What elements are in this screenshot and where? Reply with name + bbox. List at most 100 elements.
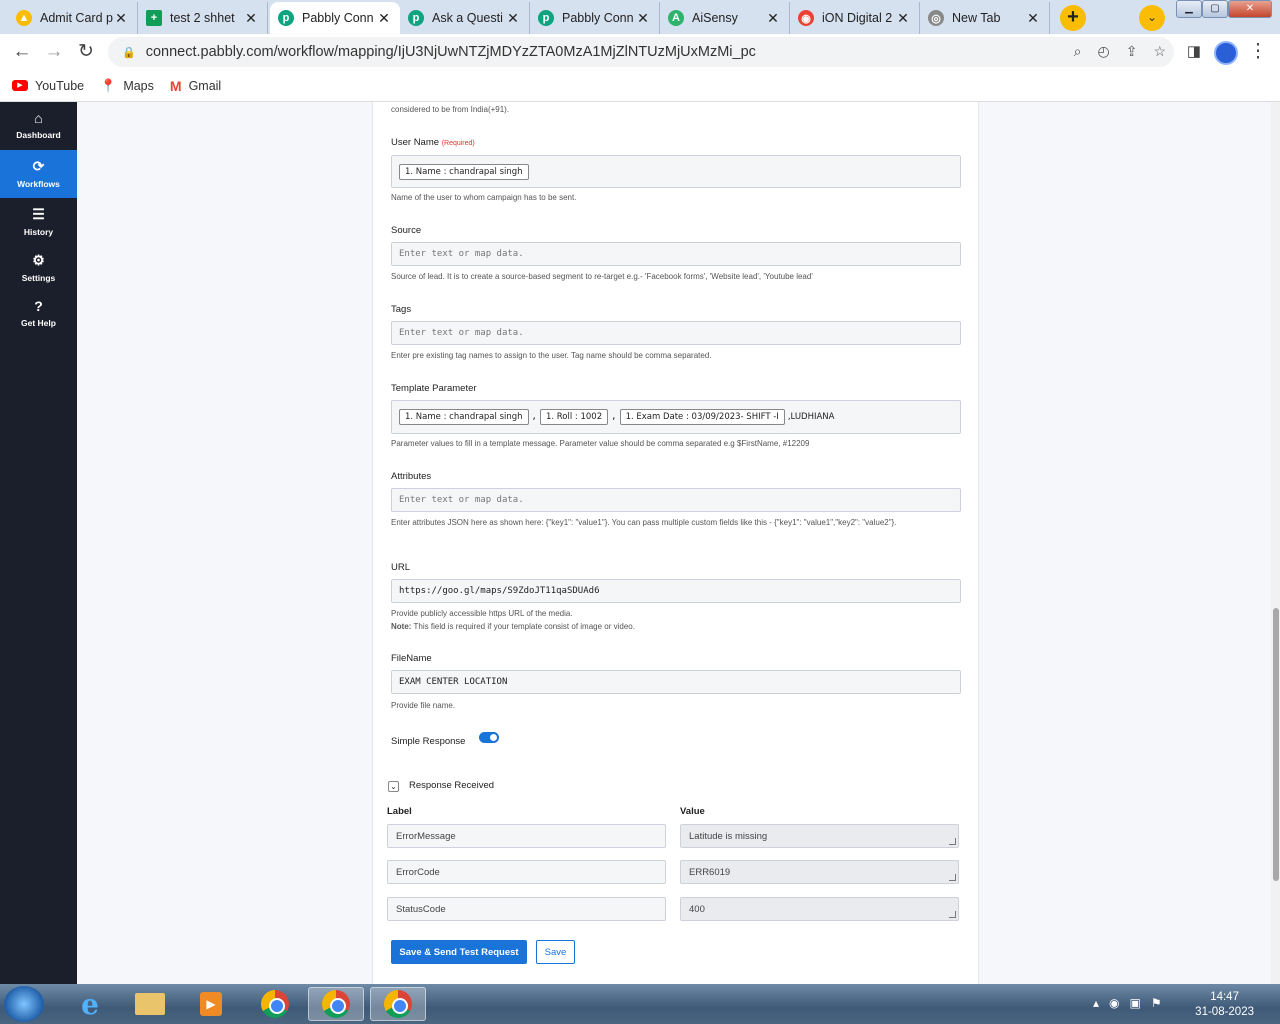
browser-tab[interactable]: ◉ iON Digital 2 ✕ <box>790 2 920 34</box>
minimize-button[interactable]: ▁ <box>1176 0 1202 18</box>
network-status-icon[interactable]: ◉ <box>1109 996 1119 1010</box>
bookmark-star-icon[interactable]: ☆ <box>1153 43 1166 60</box>
taskbar-media-player[interactable]: ▶ <box>183 987 239 1021</box>
folder-icon <box>135 993 165 1015</box>
taskbar-explorer[interactable] <box>122 987 178 1021</box>
filename-input[interactable]: EXAM CENTER LOCATION <box>391 670 961 694</box>
close-icon[interactable]: ✕ <box>765 10 781 27</box>
reload-icon[interactable]: ↻ <box>74 40 98 64</box>
system-clock[interactable]: 14:47 31-08-2023 <box>1195 990 1254 1020</box>
response-value-field[interactable]: ERR6019 <box>680 860 959 884</box>
tab-title: Pabbly Conn <box>562 11 634 25</box>
attributes-input[interactable]: Enter text or map data. <box>391 488 961 512</box>
resize-grip-icon[interactable] <box>949 874 956 881</box>
window-close-button[interactable]: ✕ <box>1228 0 1272 18</box>
profile-avatar[interactable] <box>1214 41 1238 65</box>
browser-tab[interactable]: ▲ Admit Card p ✕ <box>8 2 138 34</box>
mapping-form-card: considered to be from India(+91). User N… <box>372 102 979 984</box>
back-icon[interactable]: ← <box>10 40 34 64</box>
source-help: Source of lead. It is to create a source… <box>391 272 813 281</box>
youtube-icon: ▶ <box>12 80 28 91</box>
save-button[interactable]: Save <box>536 940 575 964</box>
url-input[interactable]: https://goo.gl/maps/S9ZdoJT11qaSDUAd6 <box>391 579 961 603</box>
url-text[interactable]: connect.pabbly.com/workflow/mapping/IjU3… <box>146 44 756 60</box>
taskbar-chrome[interactable] <box>247 987 303 1021</box>
user-name-help: Name of the user to whom campaign has to… <box>391 193 577 202</box>
save-and-send-test-button[interactable]: Save & Send Test Request <box>391 940 527 964</box>
sidebar-item-dashboard[interactable]: ⌂ Dashboard <box>0 102 77 150</box>
template-parameter-field[interactable]: 1. Name : chandrapal singh , 1. Roll : 1… <box>391 400 961 434</box>
mapped-chip[interactable]: 1. Roll : 1002 <box>539 409 609 425</box>
taskbar-chrome-active[interactable] <box>308 987 364 1021</box>
performance-icon[interactable]: ◴ <box>1097 43 1109 60</box>
browser-tab[interactable]: + test 2 shhet ✕ <box>138 2 268 34</box>
sidebar-item-get-help[interactable]: ? Get Help <box>0 290 77 338</box>
response-label-field[interactable]: StatusCode <box>387 897 666 921</box>
maximize-button[interactable]: ▢ <box>1202 0 1228 18</box>
forward-icon[interactable]: → <box>42 40 66 64</box>
response-value-field[interactable]: Latitude is missing <box>680 824 959 848</box>
zoom-icon[interactable]: ⌕ <box>1074 43 1082 60</box>
help-icon: ? <box>34 298 43 314</box>
taskbar-chrome-window[interactable] <box>370 987 426 1021</box>
chrome-icon <box>261 990 289 1018</box>
user-name-field[interactable]: 1. Name : chandrapal singh <box>391 155 961 188</box>
flag-icon[interactable]: ⚑ <box>1151 996 1162 1010</box>
browser-tab[interactable]: p Ask a Questi ✕ <box>400 2 530 34</box>
menu-icon[interactable]: ⋮ <box>1246 40 1270 64</box>
bookmark-gmail[interactable]: M Gmail <box>170 78 221 94</box>
browser-tab-active[interactable]: p Pabbly Conn ✕ <box>270 2 400 34</box>
browser-tab[interactable]: p Pabbly Conn ✕ <box>530 2 660 34</box>
source-input[interactable]: Enter text or map data. <box>391 242 961 266</box>
mapped-chip[interactable]: 1. Exam Date : 03/09/2023- SHIFT -I <box>619 409 785 425</box>
close-icon[interactable]: ✕ <box>1025 10 1041 27</box>
close-icon[interactable]: ✕ <box>376 10 392 27</box>
filename-label: FileName <box>391 653 432 664</box>
sidebar-item-workflows[interactable]: ⟳ Workflows <box>0 150 77 198</box>
bookmark-label: YouTube <box>35 78 85 93</box>
close-icon[interactable]: ✕ <box>243 10 259 27</box>
settings-icon: ⚙ <box>32 252 45 268</box>
close-icon[interactable]: ✕ <box>113 10 129 27</box>
browser-tab-strip: ▲ Admit Card p ✕ + test 2 shhet ✕ p Pabbly Co… <box>0 0 1280 34</box>
new-tab-button[interactable]: + <box>1060 5 1086 31</box>
source-label: Source <box>391 225 422 236</box>
taskbar-ie[interactable]: e <box>62 987 118 1021</box>
tab-favicon-icon: p <box>278 10 294 26</box>
share-icon[interactable]: ⇪ <box>1126 43 1138 60</box>
close-icon[interactable]: ✕ <box>505 10 521 27</box>
response-label-field[interactable]: ErrorCode <box>387 860 666 884</box>
mapped-chip[interactable]: 1. Name : chandrapal singh <box>399 409 529 425</box>
show-hidden-icons-icon[interactable]: ▴ <box>1093 996 1099 1010</box>
simple-response-toggle[interactable] <box>479 732 499 743</box>
response-value-field[interactable]: 400 <box>680 897 959 921</box>
tags-input[interactable]: Enter text or map data. <box>391 321 961 345</box>
attributes-help: Enter attributes JSON here as shown here… <box>391 518 897 527</box>
browser-tab[interactable]: A AiSensy ✕ <box>660 2 790 34</box>
address-bar[interactable]: 🔒 connect.pabbly.com/workflow/mapping/Ij… <box>108 37 1174 67</box>
response-label-field[interactable]: ErrorMessage <box>387 824 666 848</box>
browser-tab[interactable]: ◎ New Tab ✕ <box>920 2 1050 34</box>
template-parameter-label: Template Parameter <box>391 383 477 394</box>
start-button[interactable] <box>4 986 44 1022</box>
side-panel-icon[interactable]: ◨ <box>1182 40 1206 64</box>
tab-title: New Tab <box>952 11 1001 25</box>
sidebar-item-settings[interactable]: ⚙ Settings <box>0 244 77 292</box>
windows-taskbar: e ▶ ▴ ◉ ▣ ⚑ 14:47 31-08-2023 <box>0 984 1280 1024</box>
history-icon: ☰ <box>32 206 45 222</box>
home-icon: ⌂ <box>34 110 43 126</box>
main-content: considered to be from India(+91). User N… <box>77 102 1280 984</box>
resize-grip-icon[interactable] <box>949 838 956 845</box>
scrollbar-thumb[interactable] <box>1273 608 1279 881</box>
tab-search-button[interactable]: ⌄ <box>1139 5 1165 31</box>
bookmark-youtube[interactable]: ▶ YouTube <box>12 79 84 93</box>
clock-date: 31-08-2023 <box>1195 1006 1254 1018</box>
close-icon[interactable]: ✕ <box>895 10 911 27</box>
sidebar-item-history[interactable]: ☰ History <box>0 198 77 246</box>
close-icon[interactable]: ✕ <box>635 10 651 27</box>
mapped-chip[interactable]: 1. Name : chandrapal singh <box>399 163 529 180</box>
display-icon[interactable]: ▣ <box>1130 996 1141 1010</box>
collapse-chevron-icon[interactable]: ⌄ <box>388 781 399 792</box>
bookmark-maps[interactable]: 📍 Maps <box>100 78 154 94</box>
resize-grip-icon[interactable] <box>949 911 956 918</box>
